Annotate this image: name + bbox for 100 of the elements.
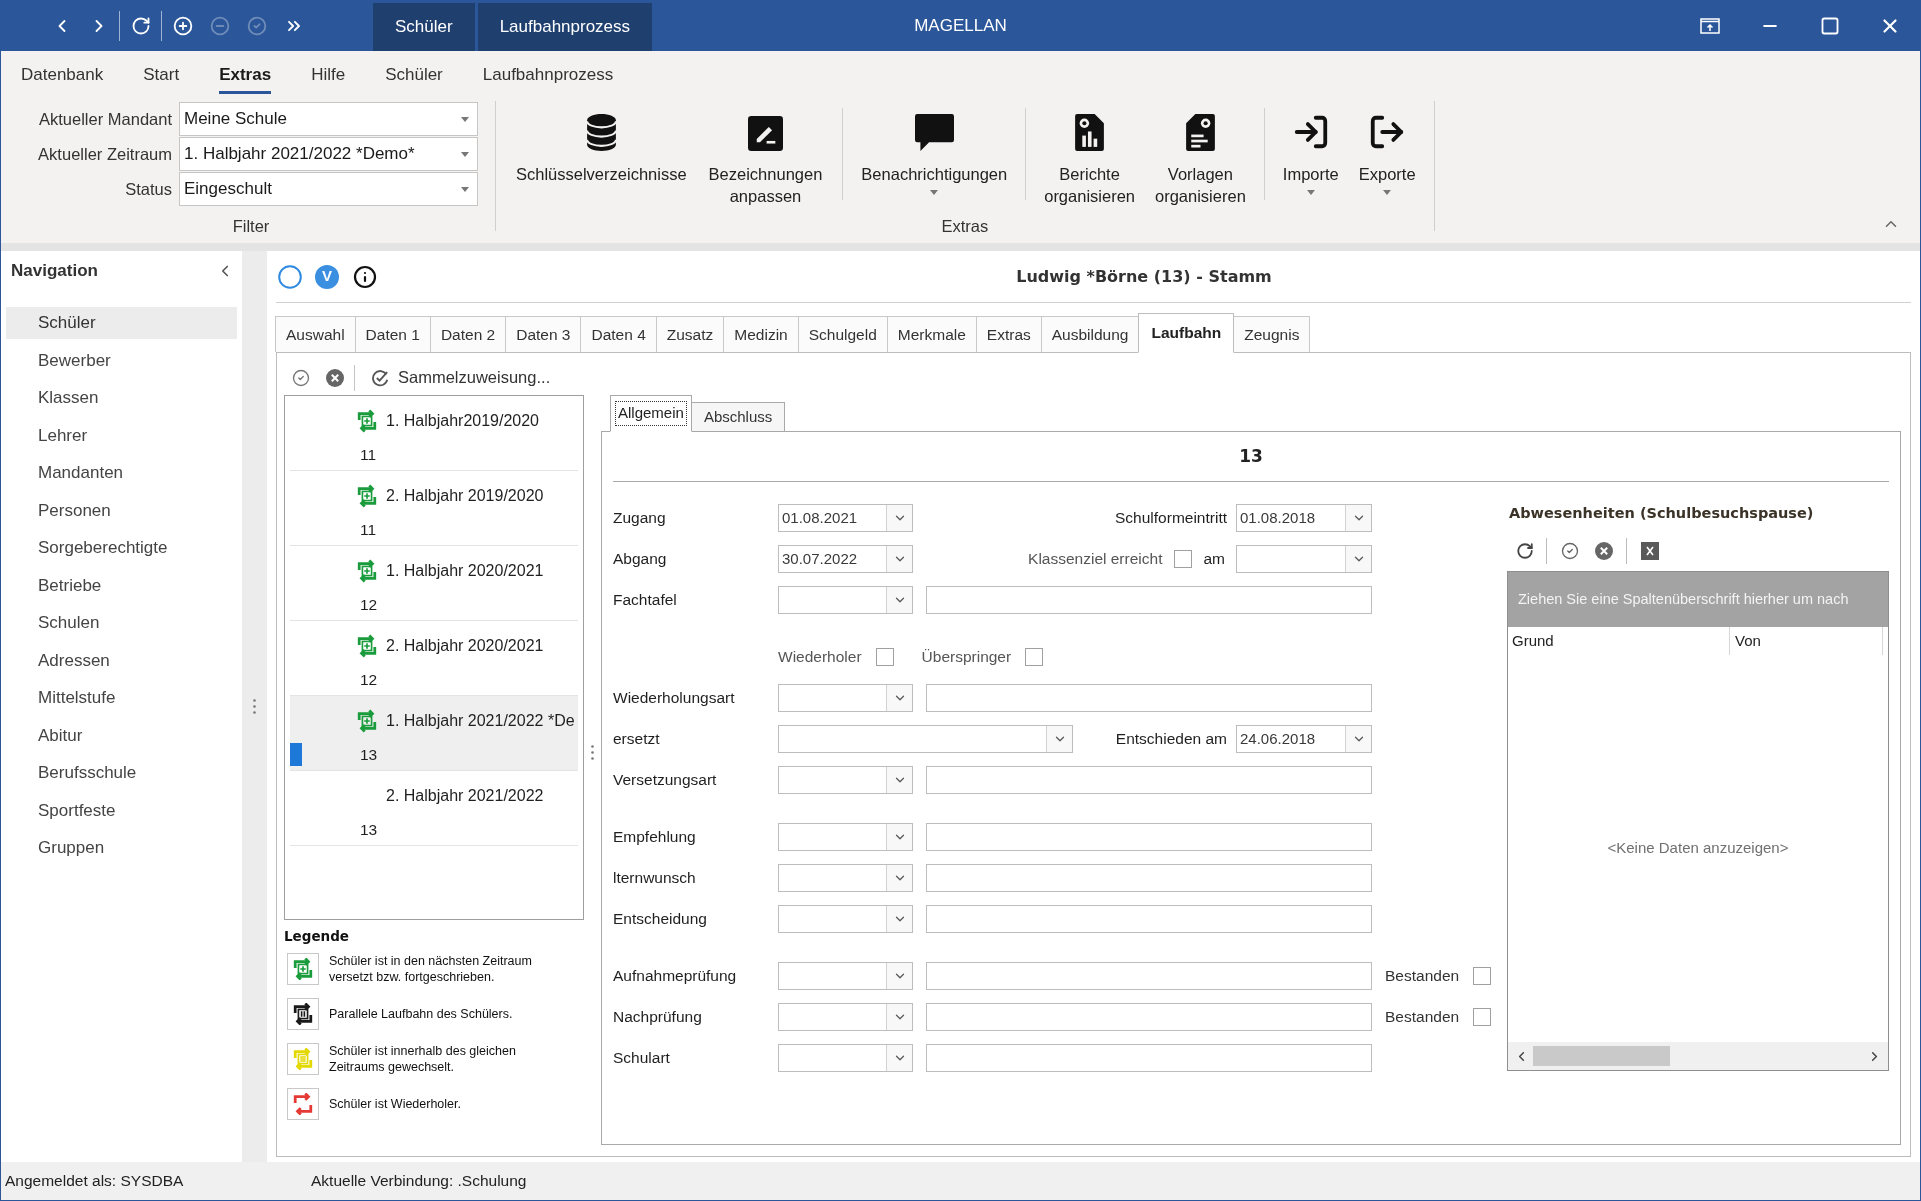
x-circle-icon[interactable] <box>326 368 344 387</box>
toolbar-button[interactable]: Sammelzuweisung... <box>371 365 551 390</box>
box-arrow-up-icon[interactable] <box>1700 18 1720 34</box>
date-dropdown[interactable] <box>1236 544 1372 573</box>
ribbon-button[interactable]: Importe <box>1282 113 1339 195</box>
tab[interactable]: Merkmale <box>886 316 977 352</box>
column-header[interactable]: Von <box>1735 629 1761 653</box>
menu-tab[interactable]: Start <box>143 51 180 94</box>
checkbox[interactable] <box>1473 1007 1492 1026</box>
nav-item[interactable]: Lehrer <box>6 419 237 451</box>
ribbon-button[interactable]: Berichte organisieren <box>1044 113 1135 207</box>
date-dropdown[interactable]: 24.06.2018 <box>1236 724 1372 753</box>
period-item[interactable]: 1. Halbjahr 2020/2021 12 <box>290 546 578 621</box>
tab[interactable]: Zusatz <box>655 316 725 352</box>
nav-item[interactable]: Schüler <box>6 307 237 339</box>
nav-item[interactable]: Gruppen <box>6 832 237 864</box>
checkbox[interactable] <box>1473 966 1492 985</box>
period-item[interactable]: 1. Halbjahr 2021/2022 *De 13 <box>290 696 578 771</box>
spreadsheet-x-icon[interactable] <box>1641 542 1659 560</box>
nav-item[interactable]: Adressen <box>6 644 237 676</box>
period-item[interactable]: 2. Halbjahr 2019/2020 11 <box>290 471 578 546</box>
menu-tab[interactable]: Hilfe <box>311 51 346 94</box>
menu-tab[interactable]: Laufbahnprozess <box>482 51 614 94</box>
tab[interactable]: Schulgeld <box>797 316 888 352</box>
nav-item[interactable]: Sorgeberechtigte <box>6 532 237 564</box>
menu-tab[interactable]: Datenbank <box>21 51 104 94</box>
maximize-icon[interactable] <box>1820 16 1840 36</box>
dropdown-field[interactable] <box>778 683 913 712</box>
menu-tab[interactable]: Schüler <box>385 51 443 94</box>
tab[interactable]: Extras <box>975 316 1042 352</box>
period-item[interactable]: 1. Halbjahr2019/2020 11 <box>290 396 578 471</box>
nav-item[interactable]: Schulen <box>6 607 237 639</box>
text-field[interactable] <box>926 904 1372 933</box>
context-tab[interactable]: Laufbahnprozess <box>477 3 653 51</box>
dropdown-field[interactable] <box>778 1002 913 1031</box>
tab[interactable]: Auswahl <box>275 316 356 352</box>
checkbox[interactable] <box>1025 647 1044 666</box>
column-header[interactable]: Grund <box>1512 629 1554 653</box>
dropdown-field[interactable] <box>778 765 913 794</box>
date-dropdown[interactable]: 01.08.2018 <box>1236 503 1372 532</box>
tab[interactable]: Zeugnis <box>1233 316 1311 352</box>
checkbox[interactable] <box>1174 549 1193 568</box>
checkbox[interactable] <box>875 647 894 666</box>
tab[interactable]: Daten 2 <box>429 316 507 352</box>
nav-item[interactable]: Betriebe <box>6 569 237 601</box>
tab[interactable]: Daten 3 <box>505 316 582 352</box>
check-circle-icon[interactable] <box>1561 542 1579 560</box>
dropdown-field[interactable]: Eingeschult <box>179 172 478 206</box>
ribbon-button[interactable]: Schlüsselverzeichnisse <box>516 113 687 207</box>
dropdown-field[interactable] <box>778 724 1073 753</box>
ribbon-button[interactable]: Benachrichtigungen <box>861 113 1008 195</box>
dropdown-field[interactable] <box>778 904 913 933</box>
plus-circle-icon[interactable] <box>172 16 193 36</box>
dropdown-field[interactable] <box>778 1043 913 1072</box>
text-field[interactable] <box>926 1043 1372 1072</box>
tab[interactable]: Ausbildung <box>1040 316 1140 352</box>
date-dropdown[interactable]: 30.07.2022 <box>778 544 913 573</box>
nav-item[interactable]: Personen <box>6 494 237 526</box>
grip-dots-icon[interactable] <box>591 745 594 760</box>
scrollbar-thumb[interactable] <box>1533 1046 1670 1066</box>
date-dropdown[interactable]: 01.08.2021 <box>778 503 913 532</box>
nav-item[interactable]: Sportfeste <box>6 794 237 826</box>
menu-tab[interactable]: Extras <box>219 51 272 94</box>
tab[interactable]: Daten 4 <box>580 316 657 352</box>
text-field[interactable] <box>926 1002 1372 1031</box>
nav-item[interactable]: Mandanten <box>6 457 237 489</box>
refresh-icon[interactable] <box>130 16 151 36</box>
tab[interactable]: Abschluss <box>690 402 786 431</box>
nav-item[interactable]: Mittelstufe <box>6 682 237 714</box>
tab[interactable]: Allgemein <box>610 395 692 432</box>
nav-item[interactable]: Berufsschule <box>6 757 237 789</box>
dropdown-field[interactable]: 1. Halbjahr 2021/2022 *Demo* <box>179 137 478 171</box>
circle-icon[interactable] <box>278 264 302 289</box>
tab[interactable]: Daten 1 <box>354 316 431 352</box>
text-field[interactable] <box>926 683 1372 712</box>
ribbon-button[interactable]: Vorlagen organisieren <box>1155 113 1246 207</box>
tab[interactable]: Medizin <box>723 316 799 352</box>
text-field[interactable] <box>926 863 1372 892</box>
nav-item[interactable]: Abitur <box>6 719 237 751</box>
refresh-icon[interactable] <box>1516 542 1534 560</box>
text-field[interactable] <box>926 765 1372 794</box>
grip-dots-icon[interactable] <box>253 699 256 714</box>
check-circle-icon[interactable] <box>292 368 310 387</box>
nav-item[interactable]: Bewerber <box>6 344 237 376</box>
dropdown-field[interactable] <box>778 585 913 614</box>
nav-item[interactable]: Klassen <box>6 382 237 414</box>
text-field[interactable] <box>926 961 1372 990</box>
period-item[interactable]: 2. Halbjahr 2021/2022 13 <box>290 771 578 846</box>
x-circle-icon[interactable] <box>1595 542 1613 560</box>
text-field[interactable] <box>926 822 1372 851</box>
dropdown-field[interactable] <box>778 863 913 892</box>
dropdown-field[interactable] <box>778 822 913 851</box>
ribbon-button[interactable]: Exporte <box>1358 113 1416 195</box>
dropdown-field[interactable] <box>778 961 913 990</box>
info-icon[interactable] <box>353 264 377 289</box>
tab[interactable]: Laufbahn <box>1138 313 1235 353</box>
dropdown-field[interactable]: Meine Schule <box>179 102 478 136</box>
text-field[interactable] <box>926 585 1372 614</box>
context-tab[interactable]: Schüler <box>373 3 475 51</box>
ribbon-button[interactable]: Bezeichnungen anpassen <box>708 113 823 207</box>
